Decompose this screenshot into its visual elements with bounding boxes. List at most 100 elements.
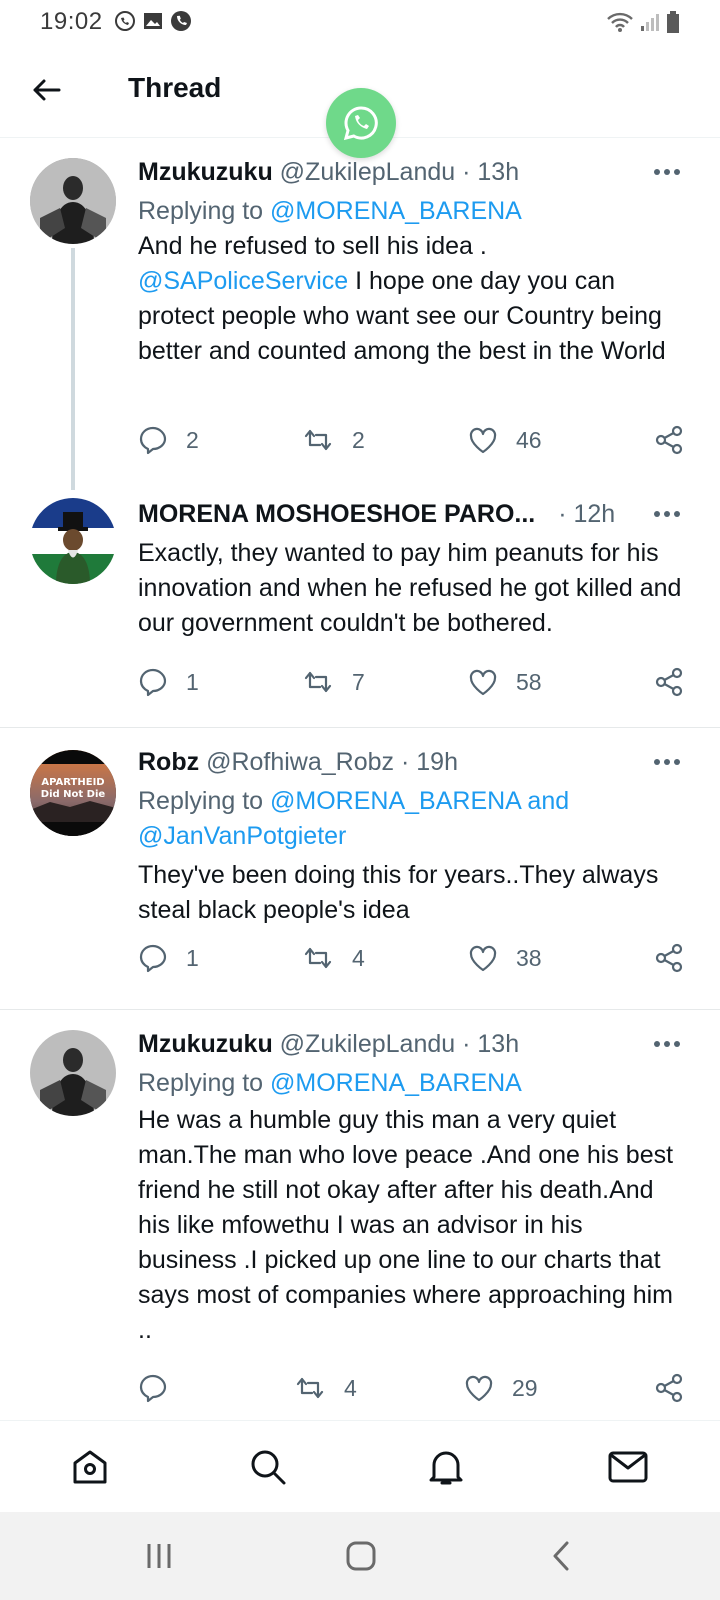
tweet-time: · 19h [400,748,458,776]
wifi-icon [607,12,633,32]
share-button[interactable] [654,1368,684,1408]
more-horizontal-icon [654,169,680,175]
tweet-author-handle[interactable]: @Rofhiwa_Robz [206,748,394,776]
avatar[interactable] [30,498,116,584]
reply-button[interactable] [138,1368,186,1408]
like-count: 29 [512,1374,538,1401]
more-options-button[interactable] [650,498,684,530]
tweet-actions: 1 4 38 [138,938,684,978]
avatar[interactable]: APARTHEID Did Not Die [30,750,116,836]
tweet-author-handle[interactable]: @ZukilepLandu [280,158,456,186]
retweet-button[interactable]: 2 [302,420,365,460]
avatar-image [30,1030,116,1116]
home-square-icon [346,1541,376,1571]
system-navigation-bar [0,1512,720,1600]
search-icon [251,1450,286,1485]
tweet[interactable]: Mzukuzuku @ZukilepLandu · 13h Replying t… [0,138,720,490]
status-time: 19:02 [40,8,103,35]
status-bar: 19:02 [0,0,720,44]
whatsapp-floating-button[interactable] [326,88,396,158]
tweet-text: And he refused to sell his idea . @SAPol… [138,232,666,365]
avatar[interactable] [30,158,116,244]
retweet-count: 4 [344,1374,357,1401]
thread-connector [71,248,75,490]
reply-count: 1 [186,944,199,971]
replying-to: Replying to @MORENA_BARENA [138,1069,522,1097]
reply-icon [139,668,167,697]
tweet-text: Exactly, they wanted to pay him peanuts … [138,539,682,637]
more-options-button[interactable] [650,1028,684,1060]
replying-to-link[interactable]: @MORENA_BARENA [270,1069,522,1097]
whatsapp-notification-icon [115,11,135,31]
replying-to: Replying to @MORENA_BARENA and @JanVanPo… [138,787,570,850]
avatar-image [30,498,116,584]
share-icon [655,425,683,455]
more-options-button[interactable] [650,746,684,778]
retweet-button[interactable]: 4 [294,1368,357,1408]
tweet-author-name[interactable]: Robz [138,748,199,776]
share-icon [655,667,683,697]
nav-home[interactable] [66,1443,114,1491]
share-icon [655,1373,683,1403]
reply-button[interactable]: 1 [138,938,199,978]
like-count: 38 [516,944,542,971]
mail-icon [608,1451,648,1483]
tweet[interactable]: APARTHEID Did Not Die Robz @Rofhiwa_Robz… [0,728,720,1010]
nav-notifications[interactable] [422,1443,470,1491]
heart-icon [465,1375,493,1402]
tweet-author-name[interactable]: Mzukuzuku [138,1030,273,1058]
reply-icon [139,1374,167,1403]
like-button[interactable]: 29 [464,1368,538,1408]
avatar-text: APARTHEID Did Not Die [40,777,106,800]
tweet-time: · 13h [462,1030,520,1058]
like-count: 58 [516,668,542,695]
home-system-button[interactable] [336,1534,386,1578]
more-options-button[interactable] [650,156,684,188]
like-button[interactable]: 46 [468,420,542,460]
retweet-icon [304,947,332,969]
avatar-image [30,158,116,244]
replying-to-link[interactable]: @MORENA_BARENA [270,197,522,225]
tweet-text: They've been doing this for years..They … [138,861,659,924]
retweet-button[interactable]: 4 [302,938,365,978]
battery-icon [667,11,679,33]
reply-button[interactable]: 2 [138,420,199,460]
recents-icon [147,1544,171,1568]
nav-messages[interactable] [604,1443,652,1491]
retweet-count: 4 [352,944,365,971]
like-count: 46 [516,426,542,453]
thread-feed: Mzukuzuku @ZukilepLandu · 13h Replying t… [0,138,720,1418]
tweet[interactable]: Mzukuzuku @ZukilepLandu · 13h Replying t… [0,1010,720,1418]
like-button[interactable]: 38 [468,938,542,978]
reply-button[interactable]: 1 [138,662,199,702]
back-system-button[interactable] [536,1534,586,1578]
avatar[interactable] [30,1030,116,1116]
recent-apps-button[interactable] [134,1534,184,1578]
tweet-time: · 13h [462,158,520,186]
share-button[interactable] [654,938,684,978]
phone-notification-icon [171,11,191,31]
share-button[interactable] [654,662,684,702]
tweet-author-name[interactable]: Mzukuzuku [138,158,273,186]
tweet-text: He was a humble guy this man a very quie… [138,1106,674,1344]
tweet[interactable]: MORENA MOSHOESHOE PARO... · 12h Exactly,… [0,490,720,728]
mention-link[interactable]: @SAPoliceService [138,267,348,295]
share-button[interactable] [654,420,684,460]
bell-icon [429,1451,463,1485]
share-icon [655,943,683,973]
signal-icon [641,14,659,31]
heart-icon [469,669,497,696]
nav-search[interactable] [244,1443,292,1491]
more-horizontal-icon [654,1041,680,1047]
tweet-actions: 2 2 46 [138,420,684,460]
back-button[interactable] [26,70,66,110]
chevron-left-icon [553,1541,569,1571]
gallery-notification-icon [144,13,162,29]
tweet-author-handle[interactable]: @ZukilepLandu [280,1030,456,1058]
like-button[interactable]: 58 [468,662,542,702]
tweet-time: · 12h [558,500,616,528]
tweet-author-name[interactable]: MORENA MOSHOESHOE PARO... [138,500,535,528]
reply-count: 1 [186,668,199,695]
retweet-icon [296,1377,324,1399]
retweet-button[interactable]: 7 [302,662,365,702]
